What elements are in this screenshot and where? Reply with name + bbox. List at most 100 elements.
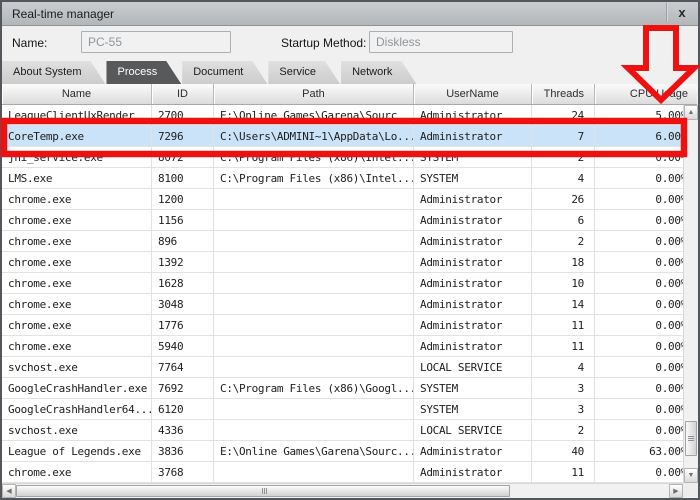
cell: 5940 (152, 336, 214, 357)
cell: 1200 (152, 189, 214, 210)
name-field[interactable] (81, 31, 231, 53)
cell (214, 462, 414, 483)
table-row[interactable]: chrome.exe1628Administrator100.00% (2, 273, 697, 294)
column-header-name[interactable]: Name (2, 84, 152, 104)
table-row[interactable]: chrome.exe896Administrator20.00% (2, 231, 697, 252)
cell: 26 (532, 189, 595, 210)
cell: 3 (532, 399, 595, 420)
cell: Administrator (414, 210, 532, 231)
table-row[interactable]: jhi_service.exe8072C:\Program Files (x86… (2, 147, 697, 168)
column-header-threads[interactable]: Threads (532, 84, 595, 104)
table-row[interactable]: chrome.exe1776Administrator110.00% (2, 315, 697, 336)
tab-process[interactable]: Process (106, 61, 181, 84)
cell: 0.00% (595, 147, 697, 168)
cell: League of Legends.exe (2, 441, 152, 462)
column-header-username[interactable]: UserName (414, 84, 532, 104)
cell: GoogleCrashHandler.exe (2, 378, 152, 399)
tab-bar: About SystemProcessDocumentServiceNetwor… (2, 61, 698, 84)
cell: E:\Online Games\Garena\Sourc (214, 105, 414, 126)
table-row[interactable]: GoogleCrashHandler64...6120SYSTEM30.00% (2, 399, 697, 420)
horizontal-scrollbar[interactable]: ◀ ▶ (2, 483, 683, 497)
cell: Administrator (414, 105, 532, 126)
scroll-down-icon[interactable]: ▼ (684, 468, 698, 483)
cell: 2 (532, 420, 595, 441)
cell: Administrator (414, 336, 532, 357)
cell: 0.00% (595, 294, 697, 315)
table-row[interactable]: LeagueClientUxRender2700E:\Online Games\… (2, 105, 697, 126)
table-row[interactable]: chrome.exe5940Administrator110.00% (2, 336, 697, 357)
startup-method-label: Startup Method: (281, 36, 366, 50)
table-row[interactable]: LMS.exe8100C:\Program Files (x86)\Intel.… (2, 168, 697, 189)
cell: 7692 (152, 378, 214, 399)
cell: LOCAL SERVICE (414, 420, 532, 441)
cell: 0.00% (595, 420, 697, 441)
cell: 63.00% (595, 441, 697, 462)
cell: 3048 (152, 294, 214, 315)
cell: 0.00% (595, 273, 697, 294)
table-row[interactable]: GoogleCrashHandler.exe7692C:\Program Fil… (2, 378, 697, 399)
horizontal-scroll-thumb[interactable] (16, 485, 510, 497)
cell: C:\Program Files (x86)\Googl... (214, 378, 414, 399)
cell: 3768 (152, 462, 214, 483)
cell: 8100 (152, 168, 214, 189)
vertical-scrollbar[interactable]: ▲ ▼ (683, 105, 697, 483)
cell: 6120 (152, 399, 214, 420)
cell (214, 420, 414, 441)
cell: C:\Users\ADMINI~1\AppData\Lo... (214, 126, 414, 147)
table-row[interactable]: chrome.exe3768Administrator110.00% (2, 462, 697, 483)
cell: chrome.exe (2, 462, 152, 483)
cell: 0.00% (595, 336, 697, 357)
cell: 24 (532, 105, 595, 126)
vertical-scroll-thumb[interactable] (685, 421, 697, 456)
cell: 18 (532, 252, 595, 273)
cell: Administrator (414, 252, 532, 273)
table-row[interactable]: chrome.exe1200Administrator260.00% (2, 189, 697, 210)
form-bar: Name: Startup Method: (2, 27, 698, 60)
table-row[interactable]: CoreTemp.exe7296C:\Users\ADMINI~1\AppDat… (2, 126, 697, 147)
scroll-right-icon[interactable]: ▶ (669, 484, 683, 498)
cell: 7764 (152, 357, 214, 378)
tab-service[interactable]: Service (268, 61, 340, 84)
cell: jhi_service.exe (2, 147, 152, 168)
cell: chrome.exe (2, 252, 152, 273)
table-row[interactable]: League of Legends.exe3836E:\Online Games… (2, 441, 697, 462)
column-header-cpu-usage[interactable]: CPU Usage (595, 84, 697, 104)
cell: 7 (532, 126, 595, 147)
cell (214, 357, 414, 378)
titlebar-separator (666, 3, 667, 21)
tab-document[interactable]: Document (182, 61, 267, 84)
tab-network[interactable]: Network (341, 61, 416, 84)
cell: Administrator (414, 126, 532, 147)
cell (214, 315, 414, 336)
cell: 0.00% (595, 189, 697, 210)
cell: 3836 (152, 441, 214, 462)
startup-method-field[interactable] (369, 31, 513, 53)
cell: 2700 (152, 105, 214, 126)
cell: Administrator (414, 273, 532, 294)
cell: 1776 (152, 315, 214, 336)
column-header-path[interactable]: Path (214, 84, 414, 104)
table-row[interactable]: svchost.exe7764LOCAL SERVICE40.00% (2, 357, 697, 378)
cell: 11 (532, 336, 595, 357)
column-header-id[interactable]: ID (152, 84, 214, 104)
cell: 8072 (152, 147, 214, 168)
tab-about-system[interactable]: About System (2, 61, 105, 84)
scroll-up-icon[interactable]: ▲ (684, 105, 698, 120)
cell: Administrator (414, 189, 532, 210)
cell: chrome.exe (2, 210, 152, 231)
cell: 7296 (152, 126, 214, 147)
cell: SYSTEM (414, 168, 532, 189)
name-label: Name: (12, 36, 47, 50)
cell: 6.00% (595, 126, 697, 147)
cell: Administrator (414, 462, 532, 483)
table-row[interactable]: chrome.exe3048Administrator140.00% (2, 294, 697, 315)
table-row[interactable]: chrome.exe1392Administrator180.00% (2, 252, 697, 273)
scroll-left-icon[interactable]: ◀ (2, 484, 16, 498)
table-row[interactable]: chrome.exe1156Administrator60.00% (2, 210, 697, 231)
table-row[interactable]: svchost.exe4336LOCAL SERVICE20.00% (2, 420, 697, 441)
cell: 10 (532, 273, 595, 294)
cell (214, 231, 414, 252)
cell: SYSTEM (414, 399, 532, 420)
cell: E:\Online Games\Garena\Sourc... (214, 441, 414, 462)
close-button[interactable]: x (671, 2, 693, 22)
